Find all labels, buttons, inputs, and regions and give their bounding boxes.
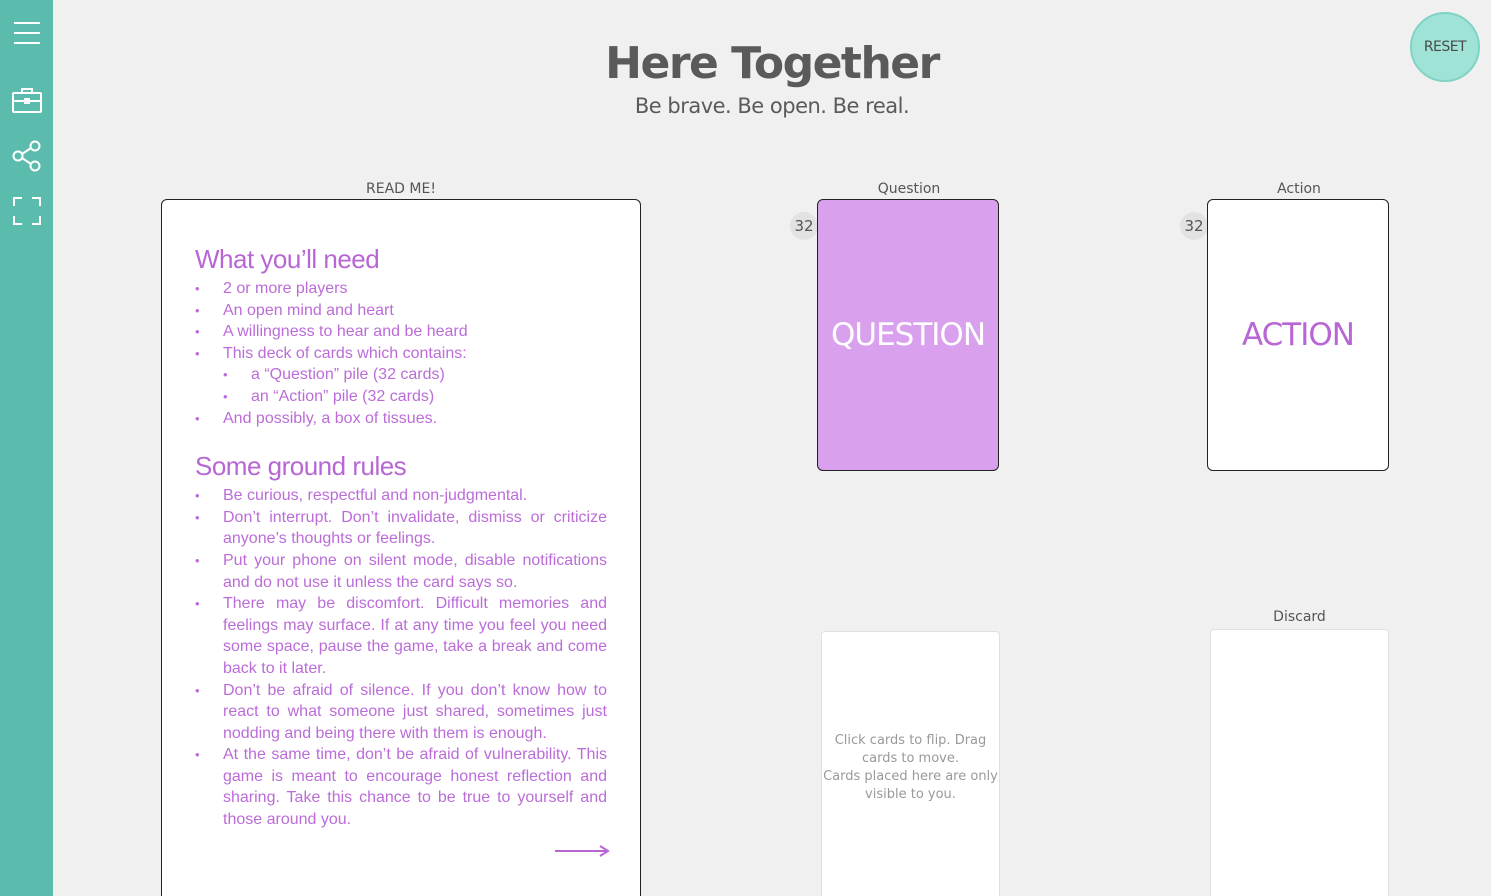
game-subtitle: Be brave. Be open. Be real. [634,94,910,118]
fullscreen-icon [12,197,41,225]
section-title-rules: Some ground rules [195,451,407,482]
private-hand-area[interactable]: Click cards to flip. Drag cards to move.… [821,631,1000,896]
toolbox-button[interactable] [0,79,53,123]
list-subitem: an “Action” pile (32 cards) [195,386,607,408]
share-button[interactable] [0,134,53,178]
toolbox-icon [11,88,42,113]
discard-label: Discard [1273,609,1326,625]
list-item: An open mind and heart [195,300,607,322]
list-item: A willingness to hear and be heard [195,321,607,343]
question-pile-label: Question [877,181,941,197]
action-pile-label: Action [1277,181,1321,197]
list-item: And possibly, a box of tissues. [195,408,607,430]
section-title-needs: What you’ll need [195,244,380,274]
hand-hint-line1: Click cards to flip. Drag cards to move. [834,733,987,766]
menu-button[interactable] [0,11,53,55]
share-icon [12,140,40,172]
rules-list: Be curious, respectful and non-judgmenta… [195,485,607,831]
question-deck[interactable]: QUESTION [817,199,999,471]
list-item: At the same time, don’t be afraid of vul… [195,744,607,830]
list-subitem: a “Question” pile (32 cards) [195,364,607,386]
menu-icon [13,22,40,44]
game-title: Here Together [605,38,940,89]
arrow-right-icon[interactable] [554,845,610,857]
list-item: Be curious, respectful and non-judgmenta… [195,485,607,507]
list-item: 2 or more players [195,278,607,300]
sidebar [0,0,53,896]
readme-label: READ ME! [366,181,436,197]
list-item: Don’t be afraid of silence. If you don’t… [195,680,607,745]
needs-list: 2 or more players An open mind and heart… [195,278,607,429]
action-count-badge: 32 [1180,212,1208,240]
discard-pile[interactable] [1210,629,1389,896]
list-item: Don’t interrupt. Don’t invalidate, dismi… [195,507,607,550]
question-count-badge: 32 [790,212,818,240]
hand-hint: Click cards to flip. Drag cards to move.… [822,732,999,804]
action-card-face: ACTION [1242,317,1355,353]
list-item: There may be discomfort. Difficult memor… [195,593,607,679]
hand-hint-line2: Cards placed here are only visible to yo… [823,769,998,802]
action-deck[interactable]: ACTION [1207,199,1389,471]
list-item: This deck of cards which contains: [195,343,607,365]
list-item: Put your phone on silent mode, disable n… [195,550,607,593]
fullscreen-button[interactable] [0,189,53,233]
readme-card[interactable]: What you’ll need 2 or more players An op… [161,199,641,896]
question-card-face: QUESTION [830,317,986,353]
